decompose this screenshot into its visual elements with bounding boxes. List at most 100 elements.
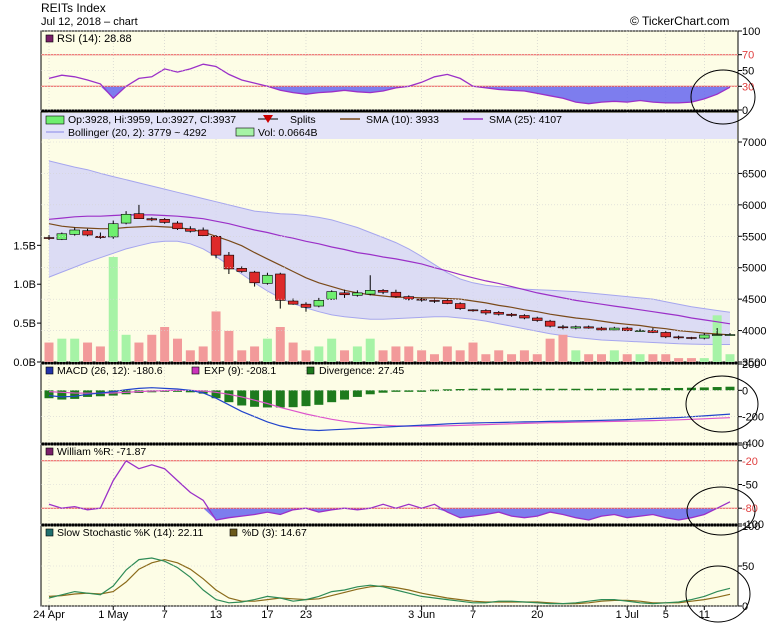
volume-bar [545,338,555,362]
price-tick-label: 5500 [742,231,766,243]
volume-bar [597,354,607,362]
ohlc-legend-swatch [45,115,65,125]
candle-body [82,230,93,236]
candle-body [287,300,299,305]
volume-bar [468,342,478,362]
price-tick-label: 6000 [742,200,766,212]
candle-body [570,326,581,329]
chart-canvas: 0305070100RSI (14): 28.880.0B0.5B1.0B1.5… [13,26,766,623]
volume-bar [674,358,684,362]
divergence-bar [301,390,311,407]
volume-bar [198,346,208,362]
divergence-bar [378,390,388,393]
candle-body [622,327,633,331]
candle-body [339,292,350,296]
divergence-bar [404,390,414,392]
candle-body [493,312,504,315]
volume-bar [455,350,465,362]
candle-body [223,254,235,270]
stochastic-d-legend-label: %D (3): 14.67 [242,527,307,539]
candle-body [673,336,684,339]
volume-legend-swatch [235,127,255,137]
candle-body [711,334,723,336]
divergence-legend-label: Divergence: 27.45 [319,365,404,377]
volume-bar [327,338,337,362]
divergence-bar [635,388,645,391]
sma25-legend-label: SMA (25): 4107 [489,114,562,126]
rsi-tick-label: 70 [742,50,754,62]
volume-bar [507,354,517,362]
price-tick-label: 7000 [742,137,766,149]
macd-tick-label: 200 [742,359,760,371]
volume-bar [609,350,619,362]
volume-bar [352,346,362,362]
volume-bar [417,350,427,362]
volume-bar [57,338,67,362]
volume-bar [686,358,696,362]
volume-bar [584,354,594,362]
volume-bar [224,330,234,362]
candle-body [442,300,453,304]
candle-body [262,274,273,284]
x-tick-label: 1 May [98,609,128,621]
price-tick-label: 4500 [742,294,766,306]
volume-bar [635,354,645,362]
divergence-bar [70,390,80,399]
candle-body [43,237,55,239]
exp-legend-swatch [191,366,200,375]
divergence-bar [712,387,722,391]
rsi-legend-swatch [45,34,54,43]
candle-body [300,303,312,308]
volume-bar [494,350,504,362]
candle-body [146,218,157,221]
bollinger-legend-label: Bollinger (20, 2): 3779 ~ 4292 [68,127,207,139]
volume-bar [429,354,439,362]
price-tick-label: 6500 [742,168,766,180]
volume-bar [172,338,182,362]
divergence-bar [532,388,542,391]
divergence-bar [545,388,555,391]
candle-body [634,330,646,332]
candle-body [403,296,414,300]
volume-bar [95,346,105,362]
divergence-bar [314,390,324,405]
stochastic-d-legend-swatch [229,528,238,537]
william-tick-label: -50 [742,480,758,492]
candle-body [544,320,556,327]
volume-bar [725,354,735,362]
volume-bar [288,342,298,362]
candle-body [390,291,402,297]
ticker-chart: REITs Index Jul 12, 2018 – chart © Ticke… [0,0,780,640]
volume-bar [275,327,285,362]
divergence-bar [442,389,452,391]
candle-body [108,223,119,238]
x-tick-label: 23 [300,609,312,621]
candle-body [313,300,325,307]
volume-bar [391,346,401,362]
candle-body [532,317,543,321]
volume-bar [44,342,54,362]
candle-body [95,235,106,238]
price-legend: Op:3928, Hi:3959, Lo:3927, Cl:3937 Splits… [42,113,737,139]
candle-body [467,309,479,312]
william-tick-label: -20 [742,456,758,468]
volume-bar [558,334,568,362]
candle-body [198,229,209,236]
volume-bar [262,338,272,362]
divergence-bar [340,390,350,400]
volume-tick-label: 0.0B [13,357,36,369]
candle-body [660,332,671,338]
candle-body [519,315,530,319]
volume-bar [301,350,311,362]
ohlc-legend-label: Op:3928, Hi:3959, Lo:3927, Cl:3937 [68,114,236,126]
candle-body [236,268,247,272]
candle-body [699,334,710,339]
candle-body [120,213,132,224]
volume-bar [699,358,709,362]
rsi-tick-label: 100 [742,26,760,38]
divergence-bar [224,390,234,403]
volume-bar [571,350,581,362]
volume-bar [147,334,157,362]
divergence-bar [455,389,465,391]
candle-body [480,310,492,314]
